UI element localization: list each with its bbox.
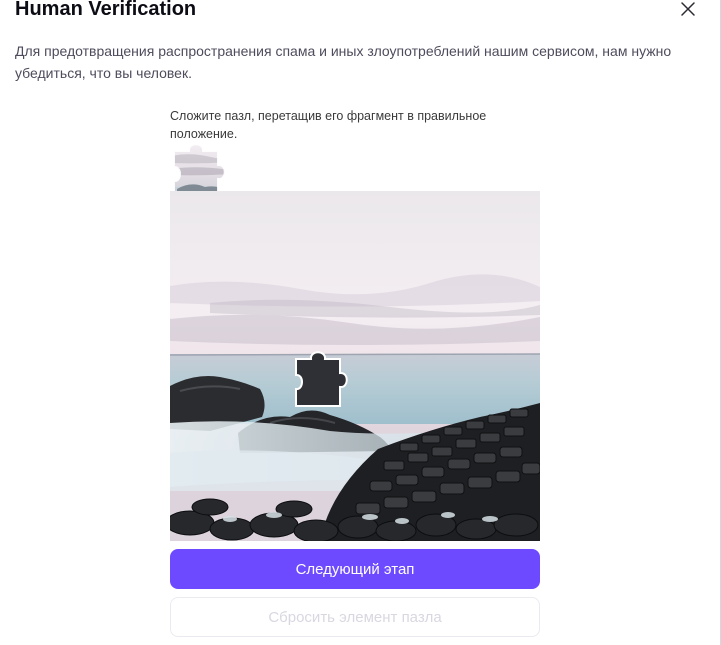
next-step-button[interactable]: Следующий этап	[170, 549, 540, 589]
dialog-title: Human Verification	[15, 0, 197, 20]
close-icon[interactable]	[677, 0, 699, 20]
dialog-description: Для предотвращения распространения спама…	[15, 43, 672, 81]
reset-puzzle-button[interactable]: Сбросить элемент пазла	[170, 597, 540, 637]
puzzle-image	[170, 191, 540, 541]
captcha-instruction: Сложите пазл, перетащив его фрагмент в п…	[170, 109, 487, 141]
